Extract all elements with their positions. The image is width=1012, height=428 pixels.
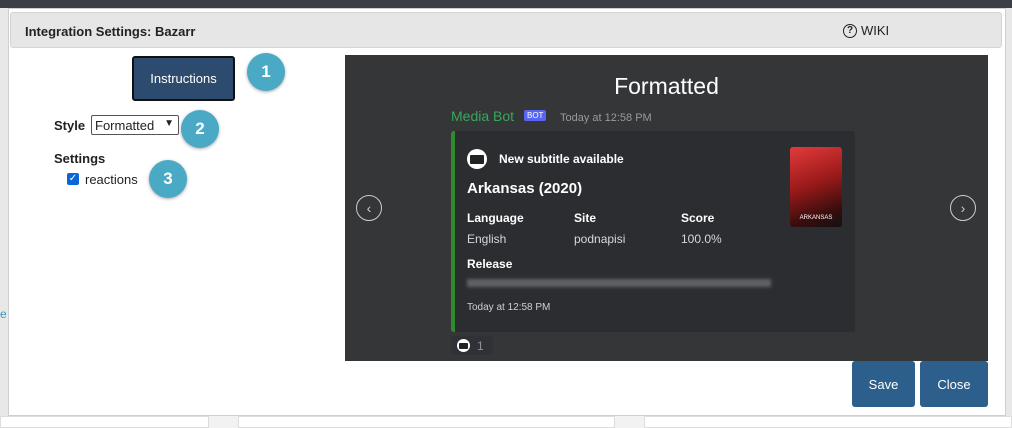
background-navbar xyxy=(0,0,1012,8)
settings-label: Settings xyxy=(54,151,106,166)
field-name-score: Score xyxy=(681,211,715,225)
save-button[interactable]: Save xyxy=(852,361,915,407)
bot-name: Media Bot xyxy=(451,108,515,124)
preview-title: Formatted xyxy=(614,73,719,99)
release-label: Release xyxy=(467,257,513,271)
background-cell xyxy=(644,416,1012,428)
chevron-right-icon[interactable]: › xyxy=(950,195,976,221)
checkmark-icon: ✓ xyxy=(68,173,78,184)
field-value-score: 100.0% xyxy=(681,232,722,246)
step-marker-3: 3 xyxy=(149,160,187,198)
chevron-left-icon[interactable]: ‹ xyxy=(356,195,382,221)
modal-title: Integration Settings: Bazarr xyxy=(25,24,196,39)
modal-header: Integration Settings: Bazarr ? WIKI xyxy=(10,12,1002,48)
field-name-site: Site xyxy=(574,211,597,225)
movie-poster: ARKANSAS xyxy=(790,147,842,227)
close-button[interactable]: Close xyxy=(920,361,988,407)
embed-author: New subtitle available xyxy=(499,152,624,166)
chevron-down-icon: ▼ xyxy=(164,118,174,129)
instructions-button[interactable]: Instructions xyxy=(132,56,235,101)
question-circle-icon: ? xyxy=(843,23,857,38)
field-value-language: English xyxy=(467,232,507,246)
background-cell xyxy=(0,416,209,428)
reaction-count: 1 xyxy=(477,338,484,353)
style-select[interactable]: Formatted ▼ xyxy=(91,115,179,135)
media-bot-icon xyxy=(467,149,487,169)
wiki-label: WIKI xyxy=(861,23,890,38)
reactions-label[interactable]: reactions xyxy=(85,172,138,187)
integration-settings-modal: Integration Settings: Bazarr ? WIKI Inst… xyxy=(8,8,1006,416)
embed-title: Arkansas (2020) xyxy=(467,180,583,197)
bot-timestamp: Today at 12:58 PM xyxy=(560,112,652,124)
reaction-button[interactable]: 1 xyxy=(451,336,493,355)
style-select-value: Formatted xyxy=(95,117,155,133)
media-bot-icon xyxy=(457,339,470,352)
step-marker-2: 2 xyxy=(181,110,219,148)
bot-badge: BOT xyxy=(524,110,547,121)
embed-footer: Today at 12:58 PM xyxy=(467,302,551,313)
discord-embed: New subtitle available Arkansas (2020) L… xyxy=(451,131,855,332)
wiki-link[interactable]: ? WIKI xyxy=(843,23,889,38)
field-name-language: Language xyxy=(467,211,524,225)
preview-panel: Formatted ‹ › Media Bot BOT Today at 12:… xyxy=(345,55,988,361)
background-cell xyxy=(238,416,615,428)
background-link-fragment[interactable]: e xyxy=(0,307,7,321)
poster-title: ARKANSAS xyxy=(799,215,833,221)
reactions-checkbox[interactable]: ✓ xyxy=(67,173,79,185)
step-marker-1: 1 xyxy=(247,53,285,91)
field-value-site: podnapisi xyxy=(574,232,626,246)
style-label: Style xyxy=(54,118,86,133)
release-value-blurred xyxy=(467,279,771,287)
